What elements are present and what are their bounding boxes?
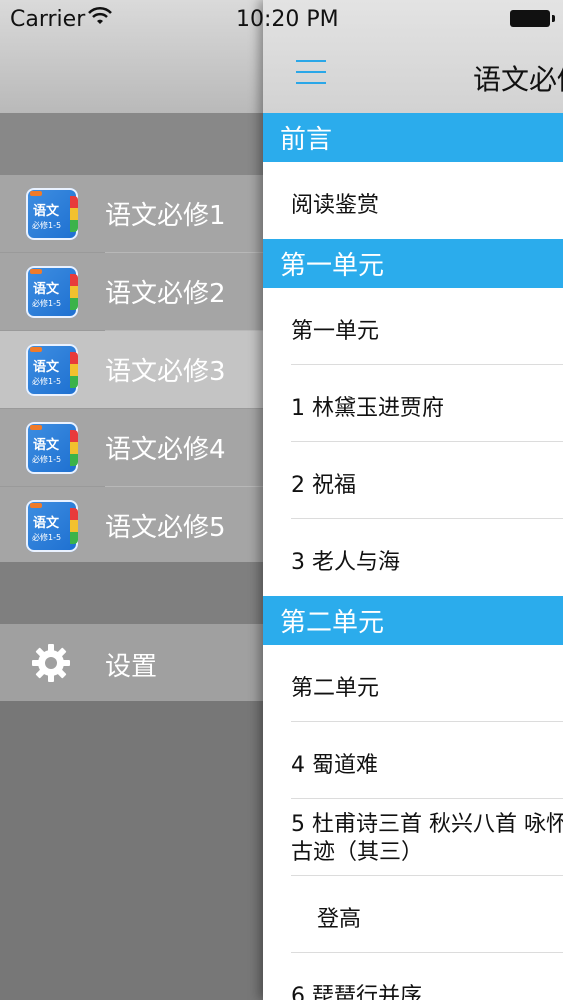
menu-icon[interactable] <box>296 60 326 84</box>
list-item[interactable]: 1 林黛玉进贾府 <box>263 365 563 442</box>
settings-label: 设置 <box>105 652 158 682</box>
drawer-item-label: 语文必修5 <box>105 513 226 543</box>
list-item[interactable]: 2 祝福 <box>263 442 563 519</box>
gear-icon <box>32 644 70 682</box>
list-item[interactable]: 3 老人与海 <box>263 519 563 596</box>
status-bar: Carrier 10:20 PM <box>0 0 563 40</box>
book-icon: 语文 必修1-5 <box>26 421 78 474</box>
book-icon: 语文 必修1-5 <box>26 187 78 240</box>
drawer-item-book-4[interactable]: 语文 必修1-5 语文必修4 <box>0 409 263 487</box>
drawer-spacer <box>0 562 263 624</box>
drawer-footer <box>0 701 263 1000</box>
list-item[interactable]: 4 蜀道难 <box>263 722 563 799</box>
carrier-label: Carrier <box>10 7 86 32</box>
side-drawer: 语文 必修1-5 语文必修1 语文 必修1-5 语文必修2 语文 必修1-5 语… <box>0 0 263 1000</box>
page-title: 语文必修3 <box>473 63 563 96</box>
drawer-item-book-1[interactable]: 语文 必修1-5 语文必修1 <box>0 175 263 253</box>
list-item[interactable]: 5 杜甫诗三首 秋兴八首 咏怀古迹（其三） <box>263 799 563 876</box>
chapter-list: 前言 阅读鉴赏 第一单元 第一单元 1 林黛玉进贾府 2 祝福 3 老人与海 第… <box>263 113 563 1000</box>
drawer-item-label: 语文必修2 <box>105 279 226 309</box>
book-icon: 语文 必修1-5 <box>26 499 78 552</box>
drawer-item-label: 语文必修4 <box>105 435 226 465</box>
section-header: 前言 <box>263 113 563 162</box>
drawer-spacer <box>0 113 263 175</box>
drawer-item-label: 语文必修3 <box>105 357 226 387</box>
list-item[interactable]: 第一单元 <box>263 288 563 365</box>
list-item[interactable]: 6 琵琶行并序 <box>263 953 563 1000</box>
main-panel: 语文必修3 前言 阅读鉴赏 第一单元 第一单元 1 林黛玉进贾府 2 祝福 3 … <box>263 0 563 1000</box>
drawer-item-book-2[interactable]: 语文 必修1-5 语文必修2 <box>0 253 263 331</box>
clock: 10:20 PM <box>236 7 339 32</box>
drawer-item-settings[interactable]: 设置 <box>0 624 263 701</box>
drawer-item-book-3[interactable]: 语文 必修1-5 语文必修3 <box>0 331 263 409</box>
book-menu: 语文 必修1-5 语文必修1 语文 必修1-5 语文必修2 语文 必修1-5 语… <box>0 175 263 565</box>
list-item[interactable]: 阅读鉴赏 <box>263 162 563 239</box>
section-header: 第一单元 <box>263 239 563 288</box>
wifi-icon <box>88 6 112 24</box>
drawer-item-book-5[interactable]: 语文 必修1-5 语文必修5 <box>0 487 263 565</box>
section-header: 第二单元 <box>263 596 563 645</box>
book-icon: 语文 必修1-5 <box>26 343 78 396</box>
book-icon: 语文 必修1-5 <box>26 265 78 318</box>
list-item[interactable]: 登高 <box>263 876 563 953</box>
drawer-item-label: 语文必修1 <box>105 201 226 231</box>
battery-icon <box>510 10 555 27</box>
list-item[interactable]: 第二单元 <box>263 645 563 722</box>
